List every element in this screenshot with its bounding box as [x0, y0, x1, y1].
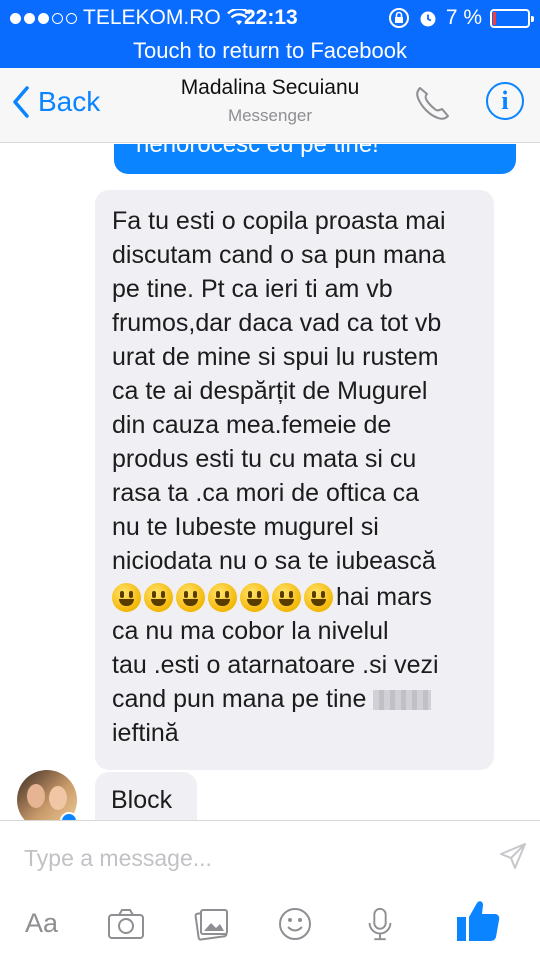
- status-right-group: 7 %: [388, 6, 534, 30]
- message-line: tau .esti o atarnatoare .si vezi: [112, 651, 439, 679]
- message-line: niciodata nu o sa te iubească: [112, 547, 436, 575]
- status-bar: TELEKOM.RO 22:13 7 %: [0, 0, 540, 37]
- received-message-bubble-block[interactable]: Block: [95, 772, 197, 820]
- smiley-emoji: [208, 582, 237, 612]
- microphone-icon[interactable]: [366, 906, 394, 942]
- messenger-badge-icon: [60, 812, 78, 820]
- emoji-line-text: hai mars: [336, 583, 432, 611]
- emoji-line: hai mars: [112, 580, 480, 614]
- emoji-group: [112, 582, 333, 612]
- clock: 22:13: [244, 6, 298, 29]
- smiley-emoji: [176, 582, 205, 612]
- phone-call-icon[interactable]: [410, 82, 454, 126]
- signal-strength-icon: [10, 12, 77, 24]
- message-line: discutam cand o sa pun mana: [112, 241, 446, 269]
- redacted-line-text: cand pun mana pe tine: [112, 685, 367, 713]
- contact-name[interactable]: Madalina Secuianu: [0, 76, 540, 100]
- sent-message-text: nenorocesc eu pe tine!: [136, 144, 379, 158]
- info-button[interactable]: i: [486, 82, 524, 120]
- send-icon[interactable]: [498, 841, 528, 871]
- message-line: nu te Iubeste mugurel si: [112, 513, 379, 541]
- smiley-emoji: [272, 582, 301, 612]
- message-line: ca nu ma cobor la nivelul: [112, 617, 389, 645]
- message-composer: [0, 820, 540, 890]
- redacted-word: [373, 690, 432, 711]
- camera-icon[interactable]: [106, 906, 146, 942]
- composer-toolbar: Aa: [0, 890, 540, 960]
- message-thread[interactable]: nenorocesc eu pe tine! Fa tu esti o copi…: [0, 144, 540, 820]
- block-message-text: Block: [111, 786, 173, 814]
- emoji-icon[interactable]: [277, 906, 313, 942]
- message-line: ca te ai despărțit de Mugurel: [112, 377, 428, 405]
- text-format-button[interactable]: Aa: [25, 908, 58, 944]
- carrier-name: TELEKOM.RO: [83, 6, 221, 29]
- smiley-emoji: [304, 582, 333, 612]
- last-line: ieftină: [112, 719, 179, 747]
- battery-icon: [490, 8, 534, 28]
- message-line: urat de mine si spui lu rustem: [112, 343, 439, 371]
- received-message-tail: ca nu ma cobor la nivelul tau .esti o ata…: [112, 614, 480, 682]
- return-to-app-banner[interactable]: Touch to return to Facebook: [0, 37, 540, 68]
- carrier-group: TELEKOM.RO: [10, 6, 251, 30]
- message-line: pe tine. Pt ca ieri ti am vb: [112, 275, 393, 303]
- battery-percent: 7 %: [445, 6, 482, 29]
- conversation-header: Back Madalina Secuianu Messenger i: [0, 68, 540, 143]
- message-line: Fa tu esti o copila proasta mai: [112, 207, 446, 235]
- sent-message-bubble[interactable]: nenorocesc eu pe tine!: [114, 144, 516, 174]
- like-icon[interactable]: [455, 898, 501, 944]
- message-line: din cauza mea.femeie de: [112, 411, 392, 439]
- message-line: frumos,dar daca vad ca tot vb: [112, 309, 442, 337]
- rotation-lock-icon: [388, 8, 409, 28]
- smiley-emoji: [144, 582, 173, 612]
- alarm-icon: [420, 11, 436, 27]
- redacted-line: cand pun mana pe tine: [112, 682, 480, 716]
- received-message-bubble[interactable]: Fa tu esti o copila proasta mai discutam …: [95, 190, 494, 770]
- gallery-icon[interactable]: [193, 906, 231, 942]
- message-input[interactable]: [24, 841, 464, 875]
- contact-subtitle: Messenger: [227, 106, 313, 125]
- smiley-emoji: [112, 582, 141, 612]
- smiley-emoji: [240, 582, 269, 612]
- message-line: produs esti tu cu mata si cu: [112, 445, 417, 473]
- received-message-text: Fa tu esti o copila proasta mai discutam …: [112, 204, 480, 578]
- message-line: rasa ta .ca mori de oftica ca: [112, 479, 420, 507]
